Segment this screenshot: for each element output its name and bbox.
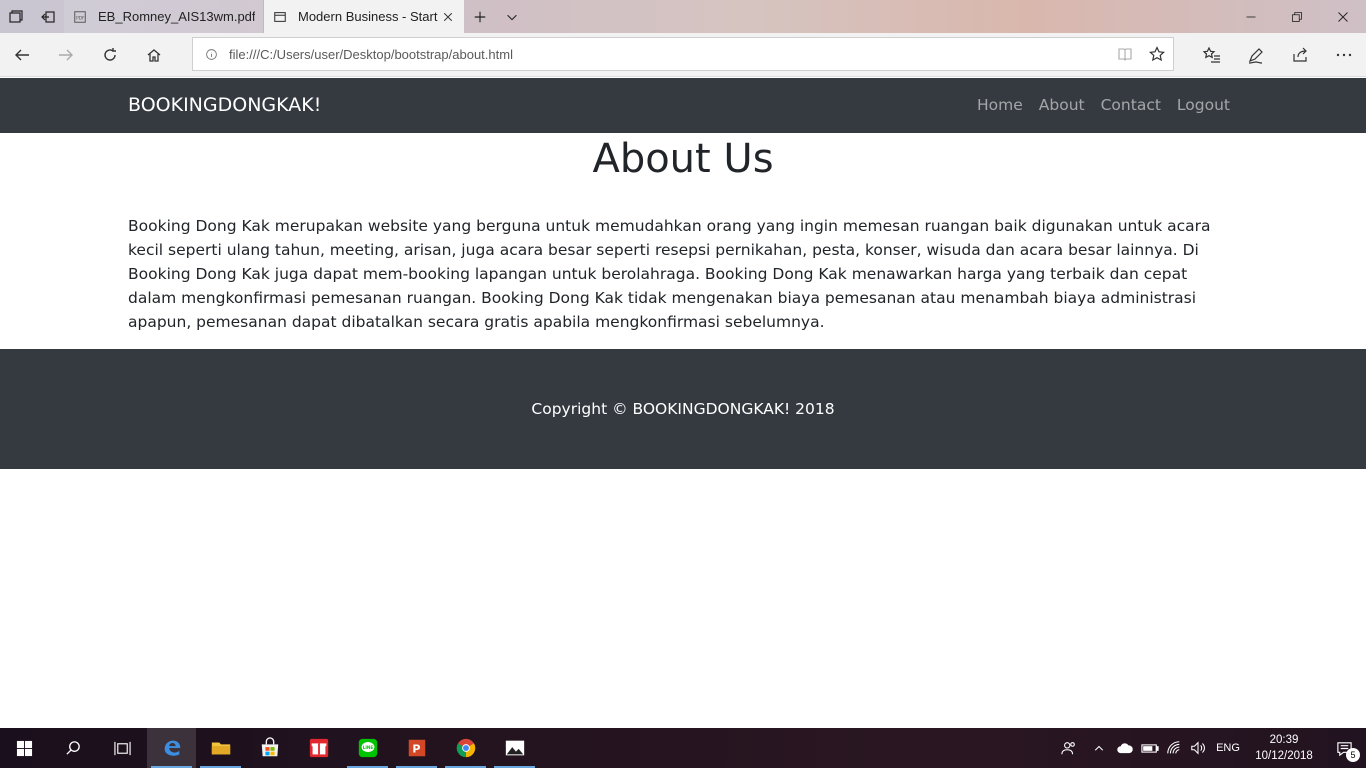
action-center-icon[interactable]: 5 — [1322, 728, 1366, 768]
file-explorer-icon[interactable] — [196, 728, 245, 768]
language-indicator[interactable]: ENG — [1210, 728, 1246, 768]
page-title: About Us — [592, 136, 774, 182]
pen-notes-icon[interactable] — [1234, 33, 1278, 77]
pdf-icon: PDF — [72, 9, 88, 25]
nav-link-home[interactable]: Home — [977, 96, 1023, 114]
powerpoint-icon[interactable]: P — [392, 728, 441, 768]
nav-links: Home About Contact Logout — [977, 96, 1230, 114]
windows-start-icon[interactable] — [0, 728, 49, 768]
share-icon[interactable] — [1278, 33, 1322, 77]
people-icon[interactable] — [1052, 728, 1086, 768]
info-icon[interactable] — [193, 48, 229, 61]
site-navbar: BOOKINGDONGKAK! Home About Contact Logou… — [0, 78, 1366, 133]
wifi-icon[interactable] — [1162, 728, 1186, 768]
line-app-icon[interactable]: LINE — [343, 728, 392, 768]
svg-text:P: P — [412, 743, 420, 756]
notification-count: 5 — [1346, 748, 1360, 762]
forward-arrow-icon[interactable] — [44, 33, 88, 77]
about-paragraph: Booking Dong Kak merupakan website yang … — [128, 217, 1211, 331]
store-icon[interactable] — [245, 728, 294, 768]
browser-toolbar: file:///C:/Users/user/Desktop/bootstrap/… — [0, 33, 1366, 77]
restore-icon[interactable] — [1274, 0, 1320, 33]
clock-date: 10/12/2018 — [1255, 750, 1313, 762]
close-window-icon[interactable] — [1320, 0, 1366, 33]
photos-icon[interactable] — [490, 728, 539, 768]
back-arrow-icon[interactable] — [0, 33, 44, 77]
address-bar[interactable]: file:///C:/Users/user/Desktop/bootstrap/… — [192, 37, 1174, 71]
site-footer: Copyright © BOOKINGDONGKAK! 2018 — [0, 349, 1366, 469]
svg-text:PDF: PDF — [76, 15, 85, 21]
home-icon[interactable] — [132, 33, 176, 77]
url-text[interactable]: file:///C:/Users/user/Desktop/bootstrap/… — [229, 47, 1109, 62]
nav-link-about[interactable]: About — [1039, 96, 1085, 114]
site-brand[interactable]: BOOKINGDONGKAK! — [128, 94, 321, 116]
set-aside-tabs-icon[interactable] — [32, 0, 64, 33]
edge-browser-icon[interactable] — [147, 728, 196, 768]
tab-title: EB_Romney_AIS13wm.pdf — [98, 9, 255, 24]
onedrive-cloud-icon[interactable] — [1112, 728, 1138, 768]
tab-title: Modern Business - Start — [298, 9, 438, 24]
tab-modern-business[interactable]: Modern Business - Start — [264, 0, 464, 33]
clock-time: 20:39 — [1269, 734, 1299, 746]
refresh-icon[interactable] — [88, 33, 132, 77]
browser-tab-strip: PDF EB_Romney_AIS13wm.pdf Modern Busines… — [0, 0, 1366, 33]
reading-view-icon[interactable] — [1109, 46, 1141, 62]
more-menu-icon[interactable] — [1322, 33, 1366, 77]
svg-text:LINE: LINE — [362, 745, 373, 750]
tab-manager-icon[interactable] — [0, 0, 32, 33]
clock[interactable]: 20:39 10/12/2018 — [1246, 732, 1322, 764]
favorite-star-icon[interactable] — [1141, 46, 1173, 62]
gift-app-icon[interactable] — [294, 728, 343, 768]
nav-link-logout[interactable]: Logout — [1177, 96, 1230, 114]
chevron-up-icon[interactable] — [1086, 728, 1112, 768]
chevron-down-icon[interactable] — [496, 0, 528, 33]
system-tray: ENG 20:39 10/12/2018 5 — [1052, 728, 1366, 768]
copyright-text: Copyright © BOOKINGDONGKAK! 2018 — [531, 400, 835, 418]
taskbar: LINE P ENG 20:39 10/12/2018 5 — [0, 728, 1366, 768]
new-tab-icon[interactable] — [464, 0, 496, 33]
battery-icon[interactable] — [1138, 728, 1162, 768]
favorites-hub-icon[interactable] — [1190, 33, 1234, 77]
task-view-icon[interactable] — [98, 728, 147, 768]
minimize-icon[interactable] — [1228, 0, 1274, 33]
search-icon[interactable] — [49, 728, 98, 768]
volume-icon[interactable] — [1186, 728, 1210, 768]
chrome-icon[interactable] — [441, 728, 490, 768]
nav-link-contact[interactable]: Contact — [1101, 96, 1161, 114]
close-icon[interactable] — [440, 9, 456, 25]
tab-pdf[interactable]: PDF EB_Romney_AIS13wm.pdf — [64, 0, 264, 33]
page-icon — [272, 9, 288, 25]
